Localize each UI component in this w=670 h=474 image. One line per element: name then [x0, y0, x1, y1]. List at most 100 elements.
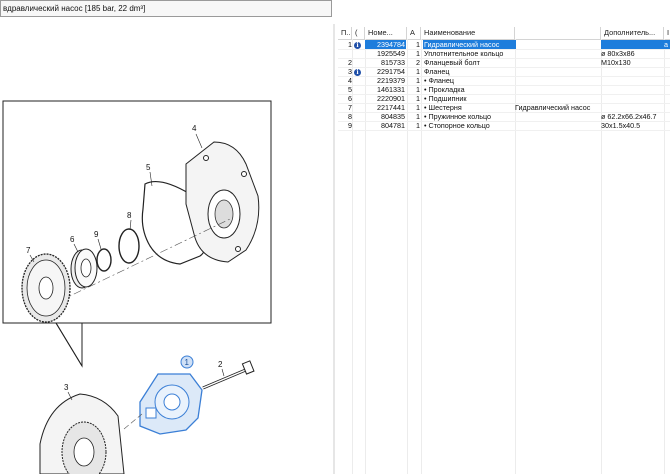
table-row[interactable]: 2 815733 2 Фланцевый болт M10x130 — [338, 58, 670, 67]
row-extra: a — [664, 40, 670, 49]
col-header-number[interactable]: Номе... — [365, 27, 407, 39]
row-info — [354, 49, 364, 58]
row-quantity: 1 — [416, 49, 420, 58]
row-part-number: 804835 — [381, 112, 405, 121]
row-note — [515, 121, 601, 130]
row-info — [354, 85, 364, 94]
info-icon[interactable]: i — [354, 42, 361, 49]
col-header-note[interactable] — [515, 27, 601, 39]
col-header-name[interactable]: Наименование — [421, 27, 515, 39]
hydraulic-pump-part[interactable] — [139, 373, 203, 435]
callout-2[interactable]: 2 — [218, 360, 223, 369]
row-part-number: 2217441 — [377, 103, 405, 112]
row-additional-info — [601, 67, 664, 76]
table-row[interactable]: 3 i 2291754 1 Фланец — [338, 67, 670, 76]
row-part-number: 804781 — [381, 121, 405, 130]
col-header-info[interactable]: ( — [352, 27, 365, 39]
table-row[interactable]: 7 2217441 1 • Шестерня Гидравлический насос — [338, 103, 670, 112]
svg-text:1: 1 — [185, 358, 190, 367]
row-additional-info: ø 80x3x86 — [601, 49, 635, 58]
callout-1[interactable]: 1 — [180, 355, 194, 369]
col-header-extra[interactable]: I — [664, 27, 670, 39]
flange-bolt-part[interactable] — [202, 360, 255, 390]
row-part-number: 2394784 — [365, 40, 406, 49]
row-note — [515, 40, 601, 49]
row-note — [515, 76, 601, 85]
row-position: 8 — [348, 112, 352, 121]
parts-table: П.. ( Номе... А Наименование Дополнитель… — [338, 27, 670, 474]
row-additional-info — [601, 40, 664, 49]
row-extra — [664, 76, 670, 85]
row-quantity: 1 — [416, 76, 420, 85]
table-row[interactable]: 9 804781 1 • Стопорное кольцо 30x1.5x40.5 — [338, 121, 670, 130]
table-row[interactable]: 1925549 1 Уплотнительное кольцо ø 80x3x86 — [338, 49, 670, 58]
callout-6[interactable]: 6 — [70, 235, 75, 244]
row-additional-info — [601, 85, 664, 94]
row-part-number: 1461331 — [377, 85, 405, 94]
row-part-number: 1925549 — [377, 49, 405, 58]
callout-3[interactable]: 3 — [64, 383, 69, 392]
row-additional-info — [601, 94, 664, 103]
row-note: Гидравлический насос — [515, 103, 591, 112]
row-name: Фланцевый болт — [424, 58, 480, 67]
col-header-position[interactable]: П.. — [338, 27, 352, 39]
row-extra — [664, 58, 670, 67]
callout-7[interactable]: 7 — [26, 246, 31, 255]
row-name: Уплотнительное кольцо — [424, 49, 504, 58]
row-note — [515, 67, 601, 76]
row-name: • Шестерня — [424, 103, 462, 112]
row-additional-info: M10x130 — [601, 58, 631, 67]
row-info — [354, 94, 364, 103]
col-header-additional[interactable]: Дополнитель... — [601, 27, 664, 39]
row-quantity: 1 — [416, 112, 420, 121]
row-quantity: 1 — [416, 94, 420, 103]
row-quantity: 1 — [416, 121, 420, 130]
parts-diagram: 4 5 8 9 6 7 2 3 1 — [2, 100, 272, 474]
table-row[interactable]: 5 1461331 1 • Прокладка — [338, 85, 670, 94]
info-icon[interactable]: i — [354, 69, 361, 76]
row-additional-info: 30x1.5x40.5 — [601, 121, 641, 130]
callout-8[interactable]: 8 — [127, 211, 132, 220]
row-extra — [664, 103, 670, 112]
row-extra — [664, 49, 670, 58]
row-additional-info — [601, 103, 664, 112]
row-part-number: 815733 — [381, 58, 405, 67]
row-extra — [664, 85, 670, 94]
row-position: 6 — [348, 94, 352, 103]
row-extra — [664, 67, 670, 76]
callout-9[interactable]: 9 — [94, 230, 99, 239]
table-row[interactable]: 6 2220901 1 • Подшипник — [338, 94, 670, 103]
row-quantity: 1 — [416, 67, 420, 76]
row-quantity: 1 — [416, 85, 420, 94]
row-extra — [664, 112, 670, 121]
row-position: 3 — [348, 67, 352, 76]
row-position — [338, 49, 352, 58]
table-header: П.. ( Номе... А Наименование Дополнитель… — [338, 27, 670, 40]
callout-5[interactable]: 5 — [146, 163, 151, 172]
row-name: Фланец — [424, 67, 450, 76]
row-position: 4 — [348, 76, 352, 85]
engine-cover-part[interactable] — [39, 393, 125, 474]
row-position: 5 — [348, 85, 352, 94]
row-name: • Фланец — [424, 76, 455, 85]
table-row[interactable]: 4 2219379 1 • Фланец — [338, 76, 670, 85]
table-row[interactable]: 8 804835 1 • Пружинное кольцо ø 62.2x66.2x46… — [338, 112, 670, 121]
table-row[interactable]: 1 i 2394784 1 Гидравлический насос a — [338, 40, 670, 49]
row-info — [354, 112, 364, 121]
col-header-quantity[interactable]: А — [407, 27, 421, 39]
bearing-part[interactable] — [70, 248, 98, 289]
row-position: 2 — [348, 58, 352, 67]
row-part-number: 2219379 — [377, 76, 405, 85]
row-note — [515, 85, 601, 94]
row-position: 7 — [348, 103, 352, 112]
row-note — [515, 49, 601, 58]
row-quantity: 2 — [416, 58, 420, 67]
row-info: i — [354, 40, 364, 49]
row-position: 1 — [348, 40, 352, 49]
row-name: Гидравлический насос — [423, 40, 516, 49]
gear-part[interactable] — [21, 253, 71, 323]
row-note — [515, 94, 601, 103]
callout-4[interactable]: 4 — [192, 124, 197, 133]
row-name: • Пружинное кольцо — [424, 112, 492, 121]
pane-splitter[interactable] — [333, 24, 335, 474]
